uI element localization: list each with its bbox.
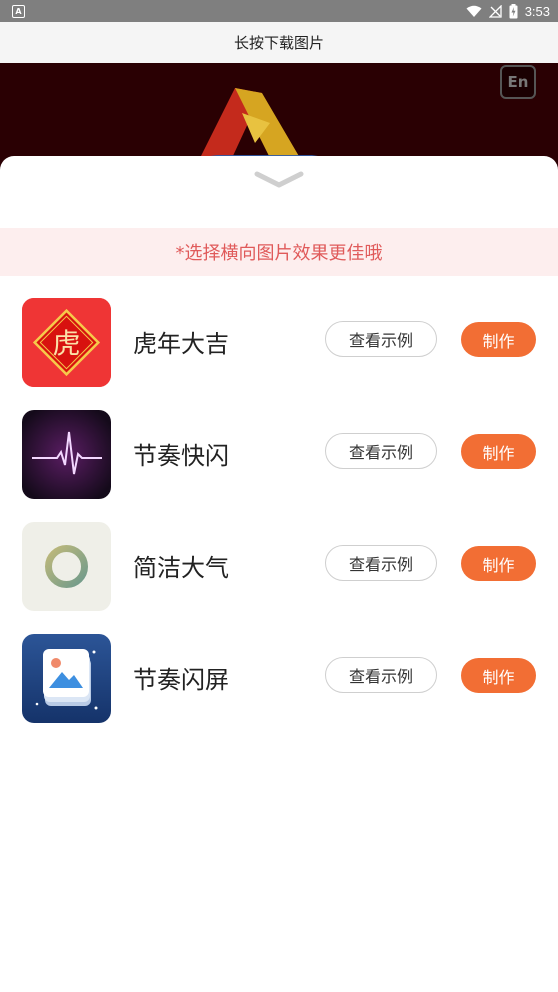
- tiger-new-year-icon: 虎: [22, 298, 111, 387]
- template-sheet: *选择横向图片效果更佳哦 虎 虎年大吉 查看示例 制作 节奏快闪 查看示例 制作…: [0, 156, 558, 992]
- template-name: 虎年大吉: [133, 330, 229, 358]
- view-example-button[interactable]: 查看示例: [325, 433, 437, 469]
- page-title: 长按下载图片: [233, 34, 324, 52]
- list-item: 节奏闪屏 查看示例 制作: [0, 632, 558, 724]
- ring-icon: [22, 522, 111, 611]
- photo-stack-icon: [22, 634, 111, 723]
- view-example-button[interactable]: 查看示例: [325, 657, 437, 693]
- make-button[interactable]: 制作: [461, 546, 536, 581]
- battery-charging-icon: [509, 3, 518, 18]
- view-example-button[interactable]: 查看示例: [325, 321, 437, 357]
- make-button[interactable]: 制作: [461, 322, 536, 357]
- view-example-button[interactable]: 查看示例: [325, 545, 437, 581]
- heartbeat-pulse-icon: [22, 410, 111, 499]
- template-name: 节奏快闪: [133, 442, 229, 470]
- language-toggle-button[interactable]: En: [500, 65, 536, 99]
- template-name: 节奏闪屏: [133, 666, 229, 694]
- tip-text: *选择横向图片效果更佳哦: [175, 243, 383, 264]
- template-name: 简洁大气: [133, 554, 229, 582]
- chevron-down-icon[interactable]: [254, 170, 304, 190]
- notification-a-icon: A: [12, 5, 25, 18]
- list-item: 简洁大气 查看示例 制作: [0, 520, 558, 612]
- list-item: 节奏快闪 查看示例 制作: [0, 408, 558, 500]
- list-item: 虎 虎年大吉 查看示例 制作: [0, 296, 558, 388]
- status-time: 3:53: [524, 3, 550, 19]
- make-button[interactable]: 制作: [461, 434, 536, 469]
- svg-text:虎: 虎: [52, 327, 80, 360]
- make-button[interactable]: 制作: [461, 658, 536, 693]
- tip-banner: *选择横向图片效果更佳哦: [0, 228, 558, 276]
- no-signal-icon: [488, 4, 502, 18]
- wifi-icon: [466, 5, 482, 17]
- status-bar: A 3:53: [0, 0, 558, 22]
- status-icons: 3:53: [466, 2, 550, 20]
- title-bar: 长按下载图片: [0, 22, 558, 64]
